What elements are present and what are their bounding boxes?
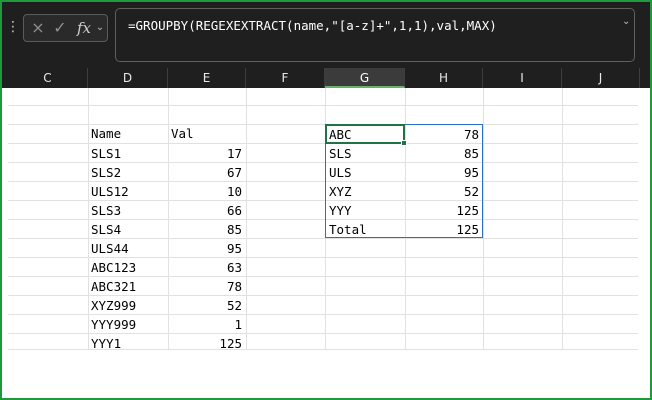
name-cell[interactable]: ABC123 [91, 258, 165, 277]
column-header-row: C D E F G H I J [2, 68, 650, 88]
name-cell[interactable]: SLS4 [91, 220, 165, 239]
name-cell[interactable]: ULS44 [91, 239, 165, 258]
val-cell[interactable]: 52 [168, 296, 242, 315]
empty-area [2, 350, 650, 398]
column-header-e[interactable]: E [168, 68, 246, 88]
formula-toolbox: × ✓ fx ⌄ [23, 14, 108, 42]
val-cell[interactable]: 67 [168, 163, 242, 182]
formula-bar: ⋮ × ✓ fx ⌄ =GROUPBY(REGEXEXTRACT(name,"[… [2, 2, 650, 68]
enter-icon[interactable]: ✓ [52, 18, 68, 38]
val-cell[interactable]: 1 [168, 315, 242, 334]
name-cell[interactable]: ABC321 [91, 277, 165, 296]
val-cell[interactable]: 85 [168, 220, 242, 239]
expand-formula-icon[interactable]: ⌄ [622, 15, 630, 29]
val-cell[interactable]: 63 [168, 258, 242, 277]
column-header-d[interactable]: D [88, 68, 168, 88]
formula-text[interactable]: =GROUPBY(REGEXEXTRACT(name,"[a-z]+",1,1)… [128, 18, 497, 33]
formula-input[interactable]: =GROUPBY(REGEXEXTRACT(name,"[a-z]+",1,1)… [115, 8, 635, 62]
fill-handle[interactable] [401, 140, 407, 146]
active-cell-g[interactable] [325, 124, 405, 144]
name-cell[interactable]: YYY999 [91, 315, 165, 334]
name-cell[interactable]: SLS2 [91, 163, 165, 182]
column-header-f[interactable]: F [246, 68, 325, 88]
val-cell[interactable]: 10 [168, 182, 242, 201]
column-header-i[interactable]: I [483, 68, 562, 88]
column-header-g[interactable]: G [325, 68, 405, 88]
name-cell[interactable]: SLS1 [91, 144, 165, 163]
val-cell[interactable]: 78 [168, 277, 242, 296]
chevron-down-icon[interactable]: ⌄ [94, 18, 106, 38]
app-frame: ⋮ × ✓ fx ⌄ =GROUPBY(REGEXEXTRACT(name,"[… [0, 0, 652, 400]
grip-icon[interactable]: ⋮ [6, 20, 20, 34]
header-val[interactable]: Val [171, 124, 243, 143]
column-header-j[interactable]: J [562, 68, 640, 88]
column-header-c[interactable]: C [8, 68, 88, 88]
name-cell[interactable]: XYZ999 [91, 296, 165, 315]
val-cell[interactable]: 17 [168, 144, 242, 163]
val-cell[interactable]: 95 [168, 239, 242, 258]
row-gridline [8, 105, 638, 106]
val-cell[interactable]: 66 [168, 201, 242, 220]
column-header-h[interactable]: H [405, 68, 483, 88]
cancel-icon[interactable]: × [30, 18, 46, 38]
name-cell[interactable]: SLS3 [91, 201, 165, 220]
header-name[interactable]: Name [91, 124, 165, 143]
name-cell[interactable]: ULS12 [91, 182, 165, 201]
cell-grid[interactable]: Name Val SLS1 17 SLS2 67 ULS12 10 SLS3 6… [2, 88, 650, 398]
insert-function-icon[interactable]: fx [74, 18, 94, 38]
